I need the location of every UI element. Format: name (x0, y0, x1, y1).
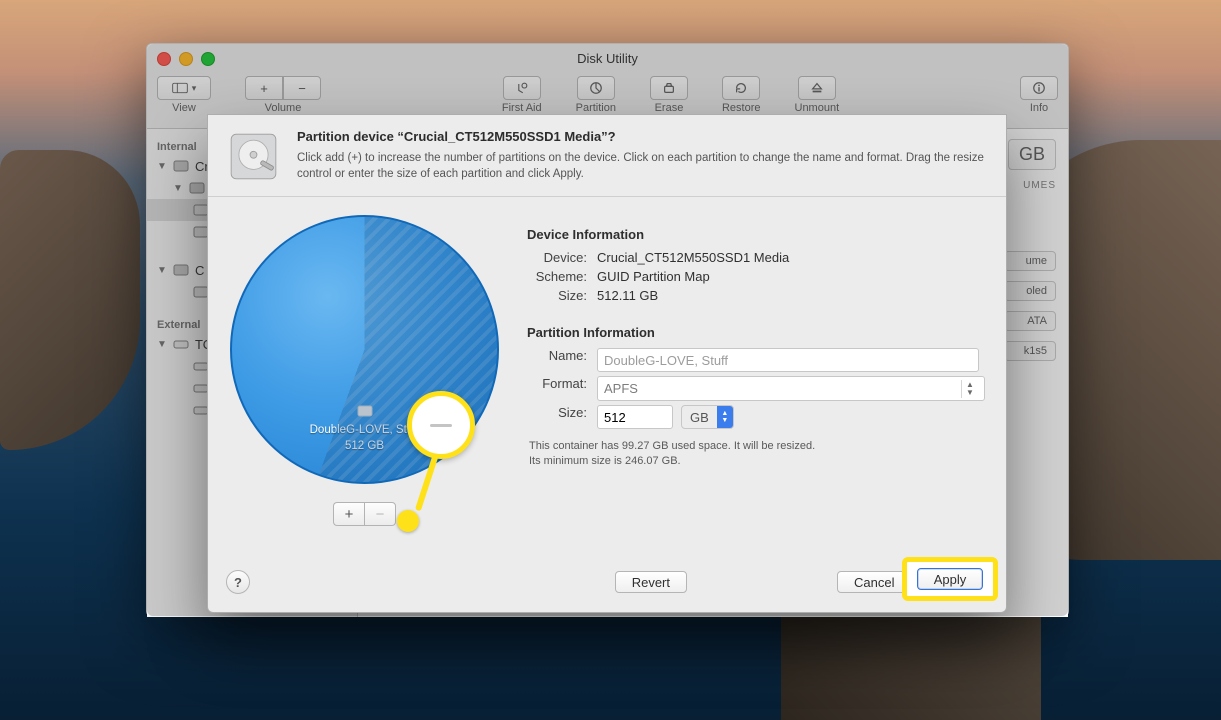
close-icon[interactable] (157, 52, 171, 66)
help-button[interactable]: ? (226, 570, 250, 594)
internal-drive-icon (173, 158, 189, 174)
apply-button[interactable]: Apply (917, 568, 984, 590)
external-drive-icon (173, 336, 189, 352)
size-value: 512.11 GB (597, 288, 658, 303)
restore-icon (733, 81, 749, 95)
volume-icon (357, 403, 373, 419)
partition-info-heading: Partition Information (527, 325, 985, 340)
erase-icon (661, 81, 677, 95)
partition-sheet: Partition device “Crucial_CT512M550SSD1 … (207, 114, 1007, 613)
partition-remove-button: − (364, 502, 396, 526)
volume-add-button[interactable]: + (245, 76, 283, 100)
info-pill: k1s5 (1004, 341, 1056, 361)
window-title: Disk Utility (577, 51, 638, 66)
sheet-footer: ? Revert Cancel Apply (208, 556, 1006, 612)
internal-drive-icon (189, 180, 205, 196)
toolbar-volume[interactable]: + − Volume (245, 76, 321, 114)
device-info-heading: Device Information (527, 227, 985, 242)
toolbar-erase[interactable]: Erase (650, 76, 688, 114)
partition-add-remove: + − (333, 502, 396, 526)
info-pill: oled (1004, 281, 1056, 301)
callout-remove-circle (407, 391, 475, 459)
partition-icon (588, 81, 604, 95)
callout-apply-highlight: Apply (902, 557, 998, 601)
callout-dot (397, 510, 419, 532)
chevron-updown-icon: ▲▼ (717, 406, 733, 428)
sheet-header: Partition device “Crucial_CT512M550SSD1 … (208, 115, 1006, 197)
toolbar-partition[interactable]: Partition (576, 76, 616, 114)
toolbar-unmount[interactable]: Unmount (795, 76, 840, 114)
info-pill: ATA (1004, 311, 1056, 331)
chevron-updown-icon: ▲▼ (961, 380, 978, 398)
titlebar: Disk Utility (147, 44, 1068, 72)
capacity-badge: GB (1008, 139, 1056, 170)
cancel-button[interactable]: Cancel (837, 571, 911, 593)
eject-icon (809, 81, 825, 95)
toolbar-first-aid[interactable]: First Aid (502, 76, 542, 114)
partition-add-button[interactable]: + (333, 502, 364, 526)
first-aid-icon (514, 81, 530, 95)
desktop-background: Disk Utility ▾ View + − Volume (0, 0, 1221, 720)
zoom-icon[interactable] (201, 52, 215, 66)
volumes-label: UMES (1023, 180, 1056, 191)
info-pill: ume (1004, 251, 1056, 271)
size-unit-select[interactable]: GB ▲▼ (681, 405, 734, 429)
resize-hint: This container has 99.27 GB used space. … (529, 439, 985, 470)
toolbar-info[interactable]: Info (1020, 76, 1058, 114)
sidebar-icon (172, 81, 188, 95)
sheet-title: Partition device “Crucial_CT512M550SSD1 … (297, 129, 988, 144)
partition-size-input[interactable] (597, 405, 673, 429)
format-select[interactable]: APFS ▲▼ (597, 376, 985, 401)
partition-name-input (597, 348, 979, 372)
volume-remove-button[interactable]: − (283, 76, 321, 100)
revert-button[interactable]: Revert (615, 571, 687, 593)
scheme-value: GUID Partition Map (597, 269, 710, 284)
hard-drive-icon (226, 129, 281, 184)
toolbar-restore[interactable]: Restore (722, 76, 761, 114)
window-controls[interactable] (157, 52, 215, 66)
toolbar-view[interactable]: ▾ View (157, 76, 211, 114)
device-value: Crucial_CT512M550SSD1 Media (597, 250, 789, 265)
sheet-subtitle: Click add (+) to increase the number of … (297, 150, 988, 182)
info-icon (1031, 81, 1047, 95)
internal-drive-icon (173, 262, 189, 278)
minimize-icon[interactable] (179, 52, 193, 66)
